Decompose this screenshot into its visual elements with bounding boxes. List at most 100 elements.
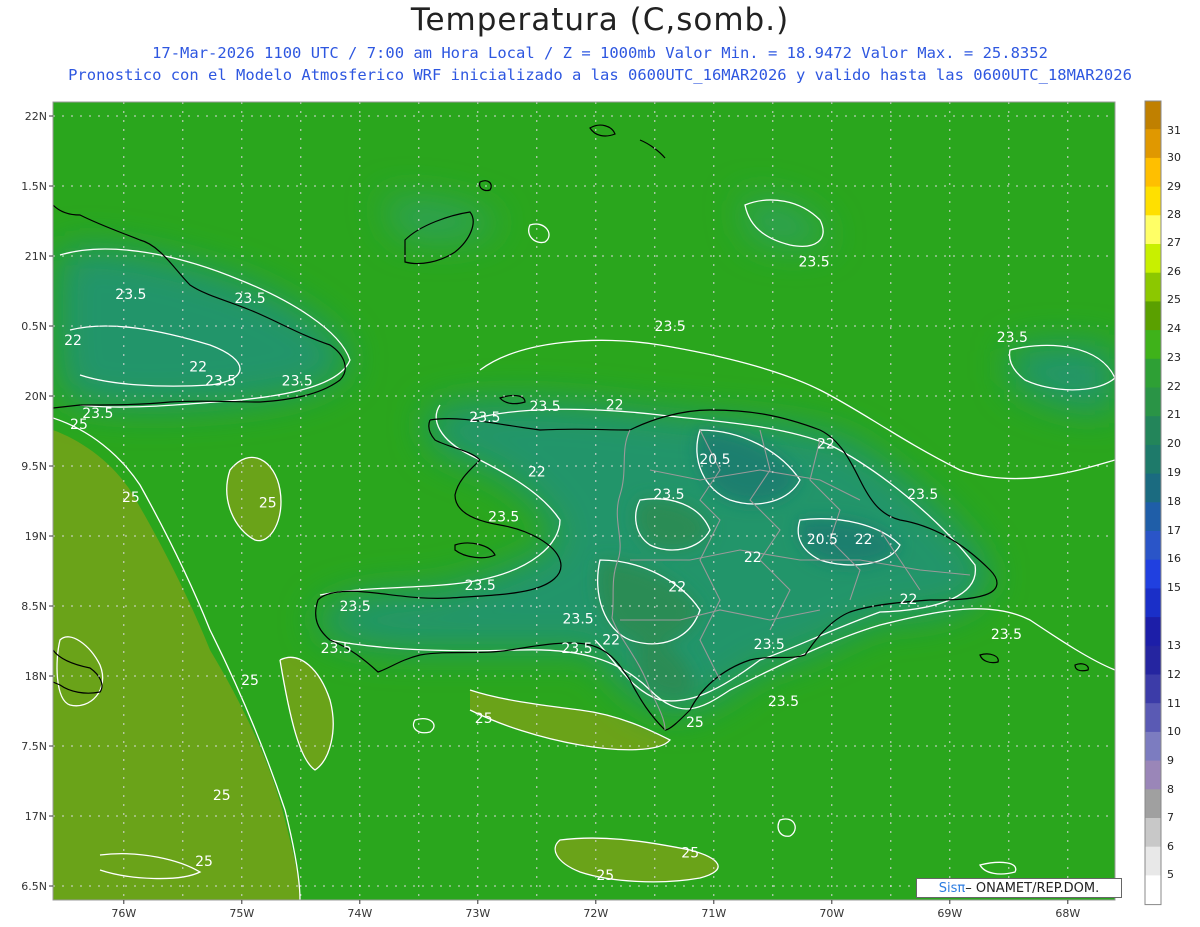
contour-label: 23.5: [561, 641, 592, 657]
temperature-field: [53, 102, 1115, 900]
colorbar-label: 7: [1167, 811, 1174, 824]
colorbar-label: 30: [1167, 151, 1181, 164]
colorbar-swatch: [1144, 100, 1162, 131]
contour-label: 23.5: [465, 578, 496, 594]
colorbar-label: 29: [1167, 180, 1181, 193]
contour-label: 23.5: [339, 599, 370, 615]
colorbar-swatch: [1144, 186, 1162, 217]
contour-label: 23.5: [115, 287, 146, 303]
contour-label: 22: [900, 592, 918, 608]
colorbar-swatch: [1144, 502, 1162, 533]
lat-label: 17N: [25, 810, 47, 823]
lon-label: 71W: [701, 907, 726, 920]
lon-label: 69W: [937, 907, 962, 920]
colorbar-label: 19: [1167, 466, 1181, 479]
colorbar-swatch: [1144, 645, 1162, 676]
contour-label: 23.5: [469, 410, 500, 426]
contour-label: 23.5: [563, 612, 594, 628]
colorbar-swatch: [1144, 818, 1162, 849]
colorbar-swatch: [1144, 215, 1162, 246]
contour-label: 22: [668, 579, 686, 595]
colorbar-label: 8: [1167, 783, 1174, 796]
colorbar-label: 13: [1167, 639, 1181, 652]
color-bar: 31 30 29 28 27 26 25 24 23 22 21 20 19 18 17 16 15 13 12 11…: [1144, 100, 1181, 906]
contour-label: 22: [744, 550, 762, 566]
contour-label: 22: [64, 333, 82, 349]
contour-label: 25: [596, 868, 614, 884]
contour-label: 25: [195, 854, 213, 870]
colorbar-swatch: [1144, 272, 1162, 303]
lat-label: 19N: [25, 530, 47, 543]
lon-label: 72W: [583, 907, 608, 920]
colorbar-label: 5: [1167, 868, 1174, 881]
contour-label: 25: [475, 711, 493, 727]
lat-label: 1.5N: [21, 180, 47, 193]
contour-label: 25: [213, 788, 231, 804]
colorbar-swatch: [1144, 444, 1162, 476]
colorbar-swatch: [1144, 473, 1162, 504]
colorbar-label: 16: [1167, 552, 1181, 565]
contour-label: 23.5: [653, 487, 684, 503]
colorbar-label: 12: [1167, 668, 1181, 681]
contour-label: 23.5: [754, 637, 785, 653]
contour-label: 23.5: [799, 255, 830, 271]
sispi-logo: Sisπ: [938, 881, 966, 896]
lat-label: 0.5N: [21, 320, 47, 333]
contour-label: 25: [70, 417, 88, 433]
colorbar-label: 31: [1167, 124, 1181, 137]
contour-label: 23.5: [321, 641, 352, 657]
lat-label: 8.5N: [21, 600, 47, 613]
colorbar-swatch: [1144, 301, 1162, 332]
colorbar-swatch: [1144, 875, 1162, 906]
colorbar-swatch: [1144, 617, 1162, 648]
contour-label: 23.5: [529, 399, 560, 415]
colorbar-label: 15: [1167, 581, 1181, 594]
colorbar-label: 28: [1167, 208, 1181, 221]
lat-label: 20N: [25, 390, 47, 403]
colorbar-swatch: [1144, 157, 1162, 189]
credit-text: – ONAMET/REP.DOM.: [965, 881, 1100, 896]
contour-label: 22: [606, 397, 624, 413]
colorbar-swatch: [1144, 244, 1162, 275]
forecast-map: 22N 1.5N 21N 0.5N 20N 9.5N 19N 8.5N 18N 7.5N 17N 6.…: [21, 100, 1181, 920]
colorbar-swatch: [1144, 674, 1162, 705]
valid-time-line: 17-Mar-2026 1100 UTC / 7:00 am Hora Loca…: [152, 44, 1048, 62]
colorbar-swatch: [1144, 358, 1162, 389]
colorbar-label: 25: [1167, 293, 1181, 306]
colorbar-swatch: [1144, 387, 1162, 418]
lat-label: 22N: [25, 110, 47, 123]
lat-label: 6.5N: [21, 880, 47, 893]
colorbar-label: 6: [1167, 840, 1174, 853]
colorbar-swatch: [1144, 531, 1162, 562]
contour-label: 23.5: [234, 291, 265, 307]
contour-label: 25: [241, 673, 259, 689]
credit-box: Sisπ– ONAMET/REP.DOM.: [916, 878, 1122, 898]
colorbar-swatch: [1144, 789, 1162, 820]
contour-label: 22: [528, 465, 546, 481]
map-title: Temperatura (C,somb.): [410, 2, 790, 38]
contour-label: 23.5: [655, 319, 686, 335]
contour-label: 20.5: [807, 532, 838, 548]
colorbar-label: 11: [1167, 697, 1181, 710]
lat-label: 18N: [25, 670, 47, 683]
contour-label: 23.5: [488, 509, 519, 525]
contour-label: 23.5: [907, 487, 938, 503]
lat-label: 7.5N: [21, 740, 47, 753]
contour-label: 23.5: [991, 627, 1022, 643]
colorbar-swatch: [1144, 330, 1162, 361]
lon-label: 74W: [347, 907, 372, 920]
lon-label: 76W: [111, 907, 136, 920]
contour-label: 23.5: [768, 694, 799, 710]
colorbar-swatch: [1144, 416, 1162, 447]
colorbar-label: 9: [1167, 754, 1174, 767]
contour-label: 25: [681, 845, 699, 861]
colorbar-swatch: [1144, 588, 1162, 619]
longitude-axis: 76W 75W 74W 73W 72W 71W 70W 69W 68W: [111, 900, 1080, 920]
colorbar-label: 22: [1167, 380, 1181, 393]
contour-label: 25: [259, 495, 277, 511]
colorbar-swatch: [1144, 129, 1162, 160]
contour-label: 20.5: [699, 452, 730, 468]
colorbar-label: 20: [1167, 437, 1181, 450]
colorbar-swatch: [1144, 846, 1162, 877]
lon-label: 68W: [1055, 907, 1080, 920]
